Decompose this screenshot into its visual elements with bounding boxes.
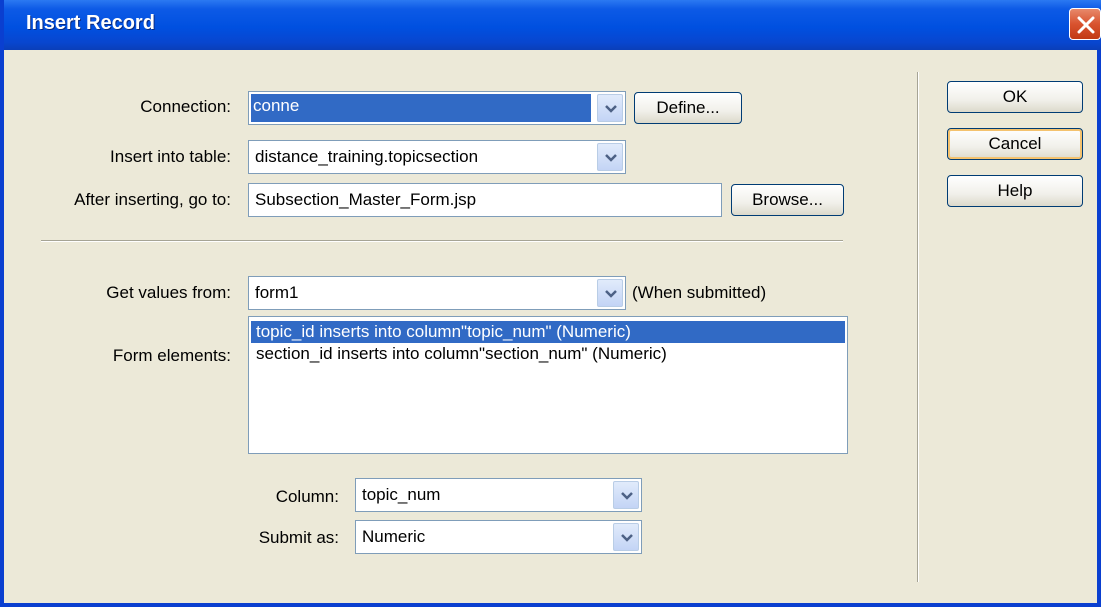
dialog-title: Insert Record [26, 12, 155, 34]
column-label: Column: [275, 487, 339, 506]
help-button[interactable]: Help [947, 175, 1083, 207]
connection-label: Connection: [140, 97, 231, 116]
dropdown-arrow[interactable] [597, 143, 623, 171]
cancel-button[interactable]: Cancel [947, 128, 1083, 160]
list-item[interactable]: section_id inserts into column"section_n… [251, 343, 845, 365]
chevron-down-icon [605, 105, 617, 113]
chevron-down-icon [605, 290, 617, 298]
vertical-divider [917, 72, 919, 582]
close-button[interactable] [1069, 8, 1101, 40]
after-insert-input[interactable]: Subsection_Master_Form.jsp [248, 183, 722, 217]
section-divider [41, 240, 843, 242]
submit-as-value: Numeric [362, 527, 426, 546]
insert-table-value: distance_training.topicsection [255, 147, 479, 166]
insert-table-select[interactable]: distance_training.topicsection [248, 140, 626, 174]
chevron-down-icon [621, 534, 633, 542]
insert-table-label: Insert into table: [110, 147, 231, 166]
when-submitted-note: (When submitted) [632, 283, 767, 302]
after-insert-value: Subsection_Master_Form.jsp [255, 190, 477, 209]
dropdown-arrow[interactable] [597, 94, 623, 122]
connection-select[interactable]: conne [248, 91, 626, 125]
get-values-label: Get values from: [106, 283, 231, 302]
browse-button[interactable]: Browse... [731, 184, 844, 216]
submit-as-label: Submit as: [258, 528, 339, 547]
list-item[interactable]: topic_id inserts into column"topic_num" … [251, 321, 845, 343]
chevron-down-icon [605, 154, 617, 162]
dropdown-arrow[interactable] [597, 279, 623, 307]
dropdown-arrow[interactable] [613, 523, 639, 551]
form-elements-label: Form elements: [112, 346, 231, 365]
form-elements-list[interactable]: topic_id inserts into column"topic_num" … [248, 316, 848, 454]
close-icon [1077, 16, 1095, 34]
insert-record-dialog: Insert Record Connection: conne Define..… [0, 0, 1101, 607]
column-value: topic_num [362, 485, 441, 504]
ok-button[interactable]: OK [947, 81, 1083, 113]
define-button[interactable]: Define... [634, 92, 742, 124]
connection-value: conne [253, 96, 300, 115]
after-insert-label: After inserting, go to: [74, 190, 231, 209]
submit-as-select[interactable]: Numeric [355, 520, 642, 554]
dropdown-arrow[interactable] [613, 481, 639, 509]
get-values-value: form1 [255, 283, 299, 302]
column-select[interactable]: topic_num [355, 478, 642, 512]
chevron-down-icon [621, 492, 633, 500]
title-bar[interactable]: Insert Record [4, 0, 1101, 50]
get-values-select[interactable]: form1 [248, 276, 626, 310]
